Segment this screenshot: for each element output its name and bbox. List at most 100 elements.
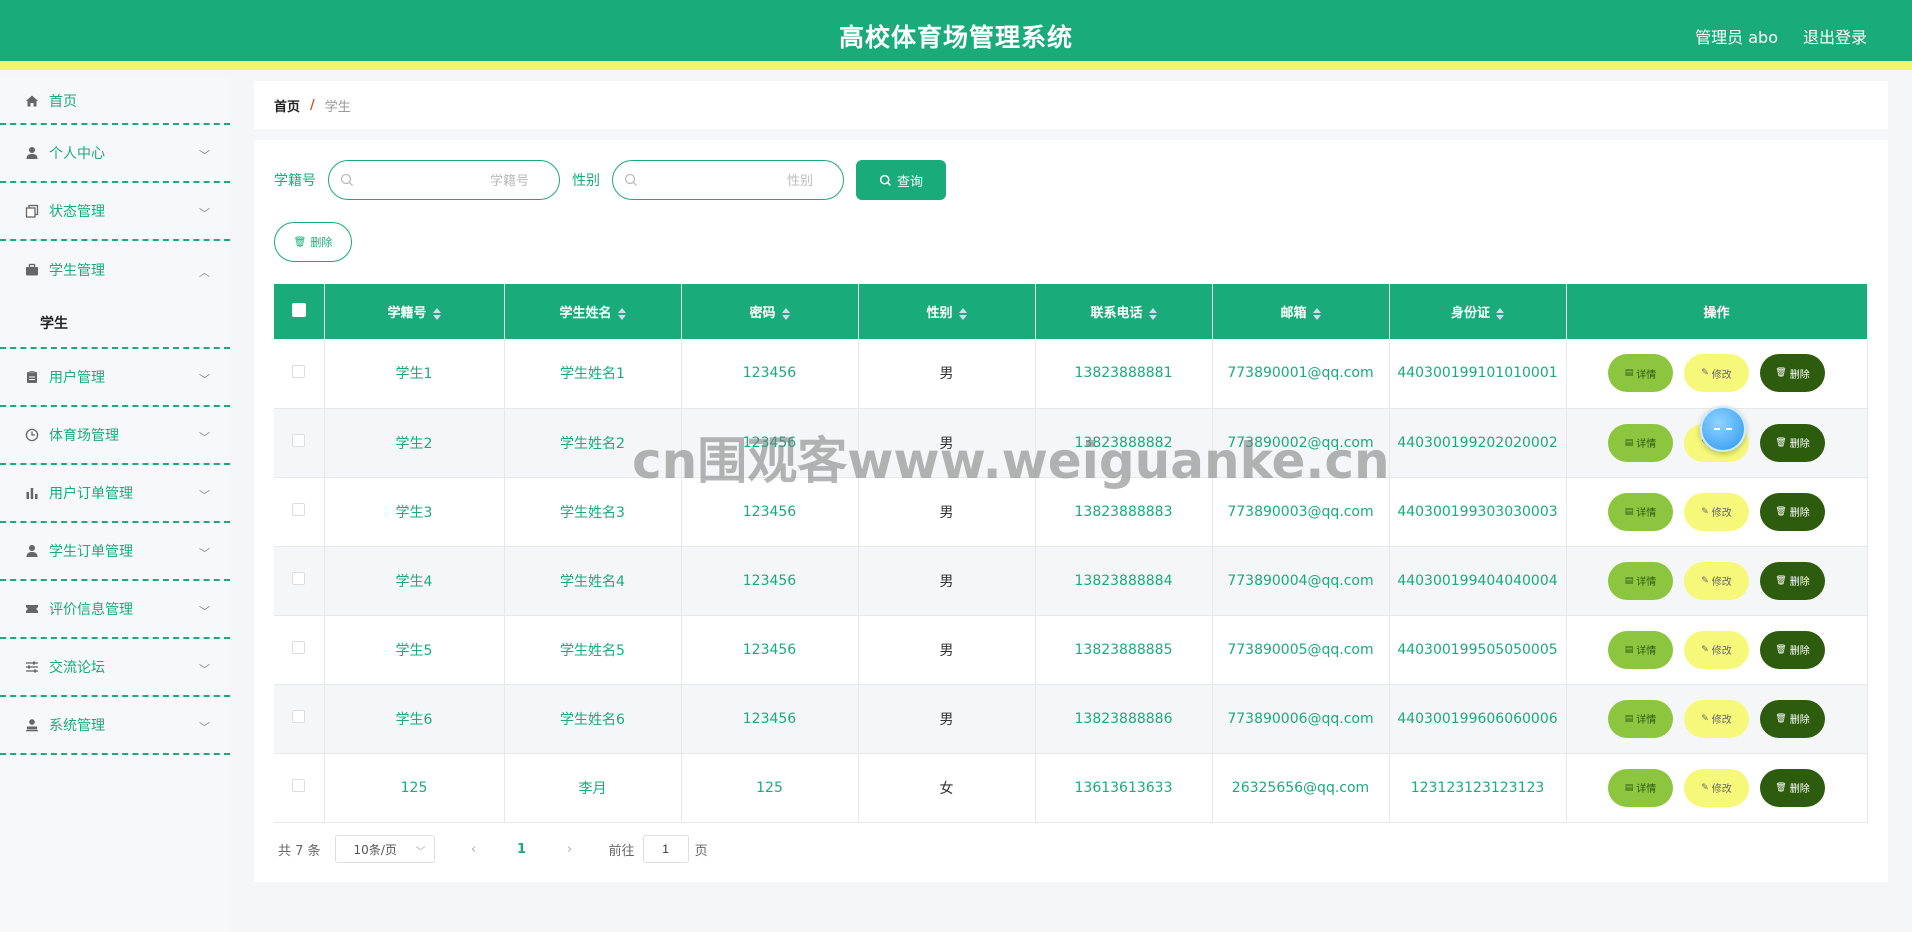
row-checkbox[interactable]	[292, 710, 306, 723]
sidebar-item-personal-center[interactable]: 个人中心 ﹀	[0, 125, 230, 183]
student-id-input[interactable]	[329, 161, 559, 199]
actions-cell: ▤详情 ✎修改 🗑删除	[1566, 339, 1868, 409]
breadcrumb-current: 学生	[324, 99, 351, 115]
trash-icon: 🗑	[1775, 506, 1787, 517]
table-cell: 李月	[504, 753, 682, 823]
gender-label: 性别	[572, 173, 600, 189]
page-size-value: 10条/页	[353, 842, 397, 857]
table-cell: 13613613633	[1035, 753, 1213, 823]
detail-button[interactable]: ▤ 详情	[1608, 423, 1673, 462]
sort-icon[interactable]	[958, 307, 967, 320]
delete-button[interactable]: 🗑 删除	[1760, 699, 1825, 738]
sidebar-item-system[interactable]: 系统管理 ﹀	[0, 697, 230, 755]
table-cell: 773890004@qq.com	[1212, 546, 1390, 616]
query-button[interactable]: 查询	[856, 160, 946, 200]
page-number-current[interactable]: 1	[507, 842, 537, 857]
trash-icon: 🗑	[1775, 575, 1787, 586]
document-icon: ▤	[1624, 437, 1634, 448]
sort-icon[interactable]	[781, 307, 790, 320]
content-card: 学籍号 性别 查询 🗑 删除 学籍号 学生姓名 密码 性别	[254, 140, 1888, 882]
column-header[interactable]: 身份证	[1389, 284, 1567, 339]
table-cell: 13823888881	[1035, 339, 1213, 409]
select-all-cell	[274, 284, 325, 339]
edit-button[interactable]: ✎修改	[1684, 354, 1749, 393]
table-row: 学生6 学生姓名6 123456 男 13823888886 773890006@qq.c…	[274, 684, 1868, 754]
sort-icon[interactable]	[432, 307, 441, 320]
detail-button[interactable]: ▤ 详情	[1608, 699, 1673, 738]
sidebar-subitem-student[interactable]: 学生	[0, 299, 230, 349]
sidebar-item-student-orders[interactable]: 学生订单管理 ﹀	[0, 523, 230, 581]
sidebar-item-students[interactable]: 学生管理 ︿	[0, 241, 230, 299]
clock-icon	[24, 427, 40, 443]
edit-button[interactable]: ✎修改	[1684, 492, 1749, 531]
sidebar-item-label: 首页	[49, 94, 77, 110]
column-header[interactable]: 学籍号	[324, 284, 505, 339]
row-checkbox[interactable]	[292, 641, 306, 654]
column-header[interactable]: 联系电话	[1035, 284, 1213, 339]
trash-icon: 🗑	[1775, 368, 1787, 379]
delete-button[interactable]: 🗑 删除	[1760, 630, 1825, 669]
row-checkbox[interactable]	[292, 779, 306, 792]
goto-page-input[interactable]	[642, 835, 689, 863]
table-row: 学生5 学生姓名5 123456 男 13823888885 773890005@qq.c…	[274, 615, 1868, 685]
ticket-icon	[24, 601, 40, 617]
edit-button[interactable]: ✎修改	[1684, 699, 1749, 738]
gender-input[interactable]	[613, 161, 843, 199]
detail-button[interactable]: ▤ 详情	[1608, 561, 1673, 600]
page-size-select[interactable]: 10条/页 ﹀	[334, 835, 435, 863]
sidebar-item-stadium[interactable]: 体育场管理 ﹀	[0, 407, 230, 465]
sort-icon[interactable]	[1312, 307, 1321, 320]
row-checkbox[interactable]	[292, 364, 306, 378]
sidebar-item-home[interactable]: 首页	[0, 79, 230, 125]
logout-button[interactable]: 退出登录	[1803, 24, 1867, 48]
edit-button[interactable]: ✎修改	[1684, 630, 1749, 669]
column-header[interactable]: 学生姓名	[504, 284, 682, 339]
next-page-icon[interactable]: ›	[555, 842, 585, 857]
sidebar-item-user-orders[interactable]: 用户订单管理 ﹀	[0, 465, 230, 523]
delete-button[interactable]: 🗑 删除	[1760, 768, 1825, 807]
sidebar-item-label: 个人中心	[49, 146, 105, 162]
prev-page-icon[interactable]: ‹	[459, 842, 489, 857]
batch-delete-button[interactable]: 🗑 删除	[274, 222, 352, 262]
sidebar-item-forum[interactable]: 交流论坛 ﹀	[0, 639, 230, 697]
briefcase-icon	[24, 262, 40, 278]
edit-button-label: 修改	[1711, 646, 1732, 657]
sort-icon[interactable]	[1148, 307, 1157, 320]
breadcrumb-home[interactable]: 首页	[274, 96, 300, 115]
row-checkbox[interactable]	[292, 503, 306, 516]
document-icon: ▤	[1624, 644, 1634, 655]
delete-button[interactable]: 🗑 删除	[1760, 492, 1825, 531]
pencil-icon: ✎	[1701, 506, 1709, 517]
sidebar-item-users[interactable]: 用户管理 ﹀	[0, 349, 230, 407]
delete-button[interactable]: 🗑 删除	[1760, 561, 1825, 600]
table-cell: 男	[858, 408, 1036, 478]
detail-button[interactable]: ▤ 详情	[1608, 630, 1673, 669]
row-checkbox[interactable]	[292, 572, 306, 585]
detail-button[interactable]: ▤ 详情	[1608, 492, 1673, 531]
chevron-down-icon: ﹀	[199, 489, 210, 502]
sidebar-item-status[interactable]: 状态管理 ﹀	[0, 183, 230, 241]
sort-icon[interactable]	[617, 307, 626, 320]
column-header[interactable]: 密码	[681, 284, 859, 339]
sidebar-item-label: 评价信息管理	[49, 602, 133, 618]
floating-assistant-button[interactable]	[1700, 406, 1746, 452]
table-cell: 773890002@qq.com	[1212, 408, 1390, 478]
trash-icon: 🗑	[1775, 782, 1787, 793]
table-row: 学生3 学生姓名3 123456 男 13823888883 773890003@qq.c…	[274, 477, 1868, 547]
edit-button[interactable]: ✎修改	[1684, 561, 1749, 600]
delete-button[interactable]: 🗑 删除	[1760, 354, 1825, 393]
column-header[interactable]: 邮箱	[1212, 284, 1390, 339]
row-checkbox[interactable]	[292, 434, 306, 447]
detail-button[interactable]: ▤ 详情	[1608, 354, 1673, 393]
select-all-checkbox[interactable]	[291, 302, 306, 317]
sidebar-item-label: 学生订单管理	[49, 544, 133, 560]
detail-button[interactable]: ▤ 详情	[1608, 768, 1673, 807]
sidebar-item-reviews[interactable]: 评价信息管理 ﹀	[0, 581, 230, 639]
delete-button[interactable]: 🗑 删除	[1760, 423, 1825, 462]
edit-button[interactable]: ✎修改	[1684, 768, 1749, 807]
trash-icon: 🗑	[1775, 644, 1787, 655]
trash-icon: 🗑	[1775, 713, 1787, 724]
table-cell: 440300199404040004	[1389, 546, 1567, 616]
column-header[interactable]: 性别	[858, 284, 1036, 339]
sort-icon[interactable]	[1496, 307, 1504, 320]
